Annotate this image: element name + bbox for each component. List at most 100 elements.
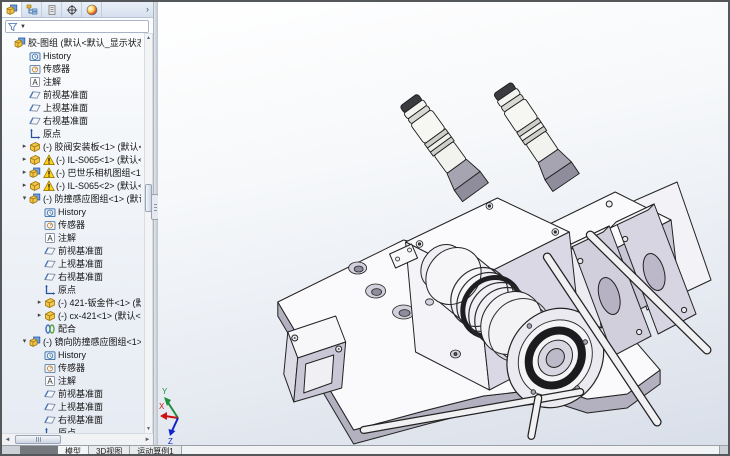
part-icon <box>29 180 41 192</box>
tree-row[interactable]: 右视基准面 <box>5 413 141 426</box>
tree-row[interactable]: 前视基准面 <box>5 387 141 400</box>
tree-row[interactable]: 原点 <box>5 426 141 433</box>
mates-icon <box>44 323 56 335</box>
panel-tab-assembly-manager[interactable] <box>2 2 22 17</box>
3d-viewport[interactable]: Y X Z <box>158 2 728 445</box>
expand-arrow-icon[interactable]: ▸ <box>20 168 29 177</box>
tree-item-label: (-) IL-S065<1> (默认<<默认 <box>56 153 141 166</box>
scroll-left-arrow-icon[interactable]: ◄ <box>2 435 13 445</box>
sensor-icon <box>29 63 41 75</box>
triad-x-label: X <box>159 402 165 411</box>
filter-dropdown-caret-icon[interactable]: ▼ <box>20 24 26 30</box>
tree-item-label: 原点 <box>43 127 61 140</box>
plane-icon <box>29 115 41 127</box>
annotation-icon: A <box>29 76 41 88</box>
tree-row[interactable]: History <box>5 348 141 361</box>
tree-item-label: (-) IL-S065<2> (默认<<默认 <box>56 179 141 192</box>
sensor-icon <box>44 219 56 231</box>
tree-row[interactable]: ▸ (-) IL-S065<1> (默认<<默认 <box>5 153 141 166</box>
tree-row[interactable]: ▾ (-) 防撞感应图组<1> (默认<默认 <box>5 192 141 205</box>
tree-row[interactable]: 原点 <box>5 127 141 140</box>
tree-row[interactable]: History <box>5 49 141 62</box>
assembly-icon <box>29 336 41 348</box>
tree-item-label: 原点 <box>58 283 76 296</box>
tree-row[interactable]: 胶-图组 (默认<默认_显示状态-1>) <box>5 36 141 49</box>
plane-icon <box>44 271 56 283</box>
part-icon <box>44 297 56 309</box>
document-tab-bar: 模型3D视图运动算例1 <box>2 445 728 454</box>
tree-row[interactable]: ▸ (-) IL-S065<2> (默认<<默认 <box>5 179 141 192</box>
horizontal-scroll-track[interactable] <box>13 435 142 444</box>
document-tab-1[interactable]: 模型 <box>58 446 89 454</box>
tree-horizontal-scrollbar[interactable]: ◄ ► <box>2 433 153 445</box>
tree-row[interactable]: ▸(-) cx-421<1> (默认<<默认 <box>5 309 141 322</box>
expand-arrow-icon[interactable]: ▸ <box>35 311 44 320</box>
orientation-triad: Y X Z <box>159 387 178 445</box>
tree-row[interactable]: 传感器 <box>5 62 141 75</box>
expand-arrow-icon[interactable]: ▸ <box>20 142 29 151</box>
tree-item-label: 前视基准面 <box>58 387 103 400</box>
annotation-icon: A <box>44 375 56 387</box>
document-tab-2[interactable]: 3D视图 <box>89 446 130 454</box>
tree-item-label: 原点 <box>58 426 76 433</box>
tree-item-label: (-) 防撞感应图组<1> (默认<默认 <box>43 192 141 205</box>
tree-row[interactable]: 右视基准面 <box>5 114 141 127</box>
tree-row[interactable]: 传感器 <box>5 218 141 231</box>
tree-row[interactable]: A注解 <box>5 374 141 387</box>
tab-overflow-chevron-icon[interactable]: › <box>142 2 153 17</box>
part-icon <box>29 141 41 153</box>
tree-row[interactable]: 原点 <box>5 283 141 296</box>
expand-arrow-icon[interactable]: ▸ <box>20 155 29 164</box>
tree-row[interactable]: ▸(-) 421-钣金件<1> (默认<< <box>5 296 141 309</box>
plane-icon <box>44 245 56 257</box>
tree-row[interactable]: A注解 <box>5 231 141 244</box>
tree-row[interactable]: History <box>5 205 141 218</box>
tree-item-label: (-) 巴世乐相机图组<1> (默认 <box>56 166 141 179</box>
scroll-up-arrow-icon[interactable]: ▲ <box>145 34 152 42</box>
tree-item-label: History <box>58 350 86 360</box>
tree-row[interactable]: 配合 <box>5 322 141 335</box>
tree-vertical-scrollbar[interactable]: ▲ ▼ <box>144 33 153 434</box>
tree-row[interactable]: ▸ (-) 巴世乐相机图组<1> (默认 <box>5 166 141 179</box>
tree-row[interactable]: 右视基准面 <box>5 270 141 283</box>
tree-item-label: (-) 胶阀安装板<1> (默认<<默认 <box>43 140 141 153</box>
plane-icon <box>44 388 56 400</box>
expand-arrow-icon[interactable]: ▾ <box>20 337 29 346</box>
plane-icon <box>44 401 56 413</box>
tree-filter-input[interactable]: ▼ <box>5 20 149 33</box>
tree-row[interactable]: 前视基准面 <box>5 244 141 257</box>
tree-item-label: 配合 <box>58 322 76 335</box>
tree-item-label: 传感器 <box>43 62 70 75</box>
tab-scroll-buttons[interactable] <box>20 446 58 454</box>
tree-row[interactable]: A 注解 <box>5 75 141 88</box>
panel-tab-property-manager[interactable] <box>42 2 62 17</box>
tree-row[interactable]: 上视基准面 <box>5 257 141 270</box>
tree-row[interactable]: ▾(-) 镜向防撞感应图组<1> (默认< <box>5 335 141 348</box>
expand-arrow-icon[interactable]: ▸ <box>20 181 29 190</box>
panel-tab-configuration-manager[interactable] <box>62 2 82 17</box>
scroll-down-arrow-icon[interactable]: ▼ <box>145 425 152 433</box>
tree-row[interactable]: 前视基准面 <box>5 88 141 101</box>
tree-item-label: 注解 <box>58 231 76 244</box>
origin-icon <box>44 427 56 434</box>
tree-row[interactable]: 传感器 <box>5 361 141 374</box>
tree-row[interactable]: 上视基准面 <box>5 101 141 114</box>
tree-item-label: 注解 <box>43 75 61 88</box>
assembly-icon <box>29 193 41 205</box>
panel-tab-feature-tree-manager[interactable] <box>22 2 42 17</box>
panel-tab-display-manager[interactable] <box>82 2 102 17</box>
tree-row[interactable]: ▸ (-) 胶阀安装板<1> (默认<<默认 <box>5 140 141 153</box>
expand-arrow-icon[interactable]: ▾ <box>20 194 29 203</box>
scroll-right-arrow-icon[interactable]: ► <box>142 435 153 445</box>
cad-model[interactable]: Y X Z <box>158 2 728 445</box>
svg-text:A: A <box>32 77 38 86</box>
history-icon <box>44 206 56 218</box>
sensor-icon <box>44 362 56 374</box>
tree-item-label: 上视基准面 <box>58 400 103 413</box>
horizontal-scroll-thumb[interactable] <box>15 435 61 444</box>
document-tab-3[interactable]: 运动算例1 <box>130 446 181 454</box>
feature-tree: 胶-图组 (默认<默认_显示状态-1>)History传感器A注解前视基准面上视… <box>2 35 153 433</box>
tree-row[interactable]: 上视基准面 <box>5 400 141 413</box>
triad-z-label: Z <box>168 437 173 445</box>
expand-arrow-icon[interactable]: ▸ <box>35 298 44 307</box>
